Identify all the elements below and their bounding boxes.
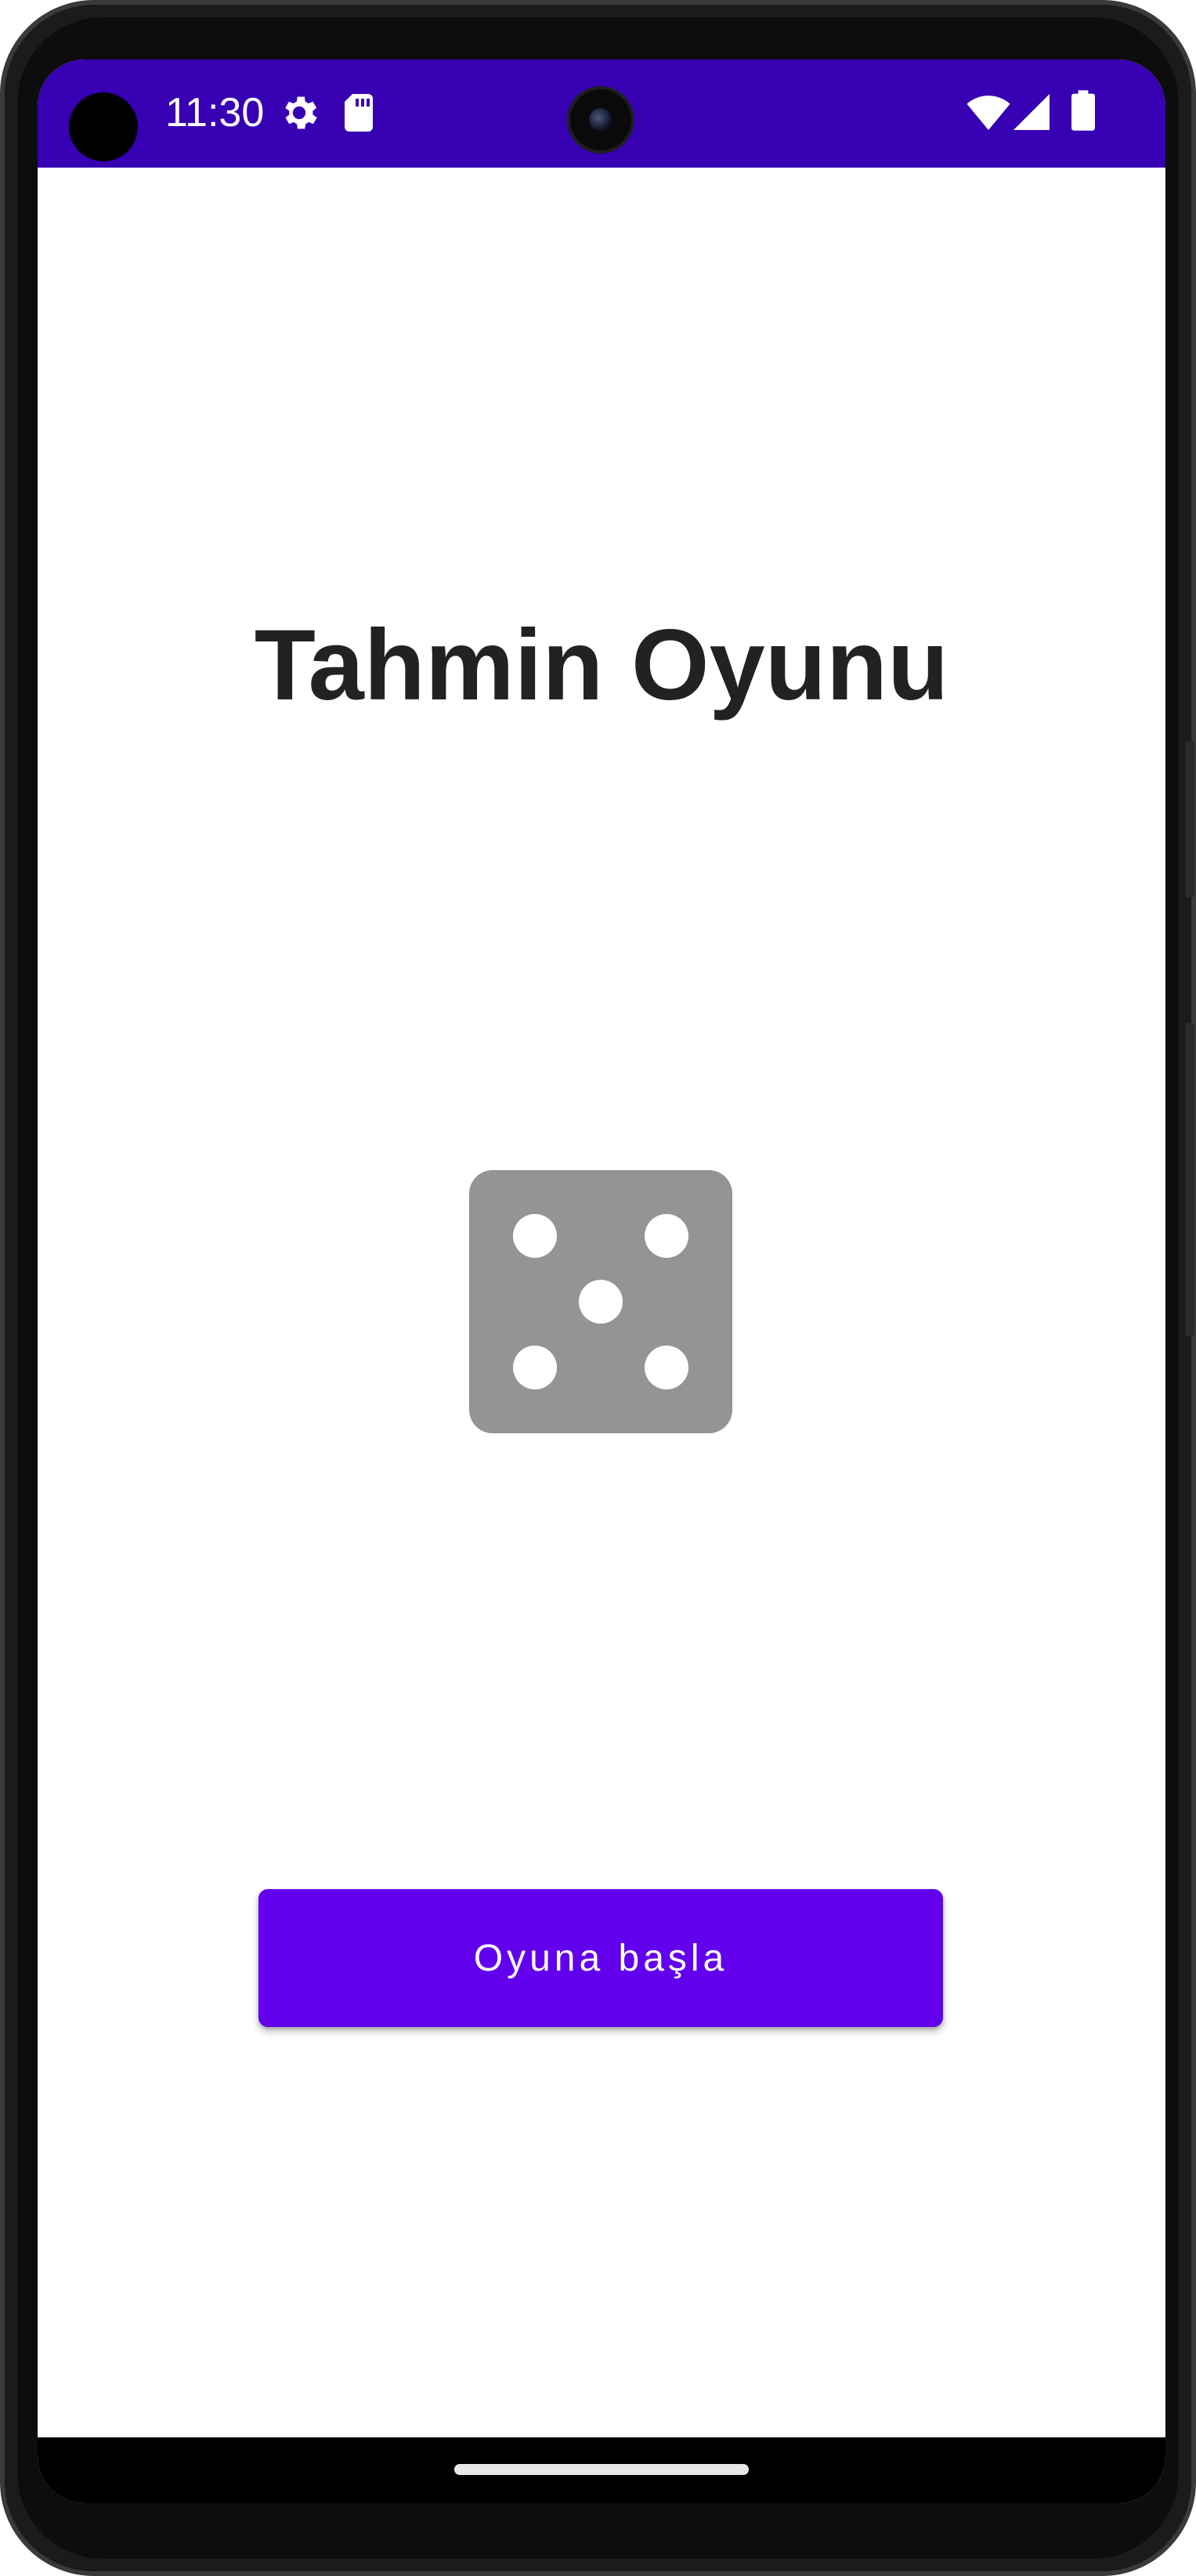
sd-card-icon [345, 94, 373, 132]
signal-icon [1014, 94, 1050, 130]
start-game-button-label: Oyuna başla [473, 1937, 728, 1979]
dice-five-icon [469, 1170, 732, 1433]
page-title: Tahmin Oyunu [254, 609, 949, 721]
status-time: 11:30 [165, 90, 265, 135]
status-bar: 11:30 [38, 60, 1165, 168]
front-camera [567, 86, 634, 154]
battery-icon [1071, 90, 1095, 131]
volume-button [1185, 1023, 1194, 1336]
gesture-handle[interactable] [454, 2464, 749, 2475]
wifi-icon [967, 96, 1010, 130]
power-button [1185, 741, 1194, 898]
phone-frame: 11:30 Tahmin Oyunu Oyuna başla [0, 0, 1196, 2576]
navigation-bar [38, 2437, 1165, 2503]
start-game-button[interactable]: Oyuna başla [258, 1889, 943, 2027]
app-screen: 11:30 Tahmin Oyunu Oyuna başla [38, 60, 1165, 2503]
front-sensor [69, 92, 138, 161]
gear-icon [285, 96, 317, 129]
